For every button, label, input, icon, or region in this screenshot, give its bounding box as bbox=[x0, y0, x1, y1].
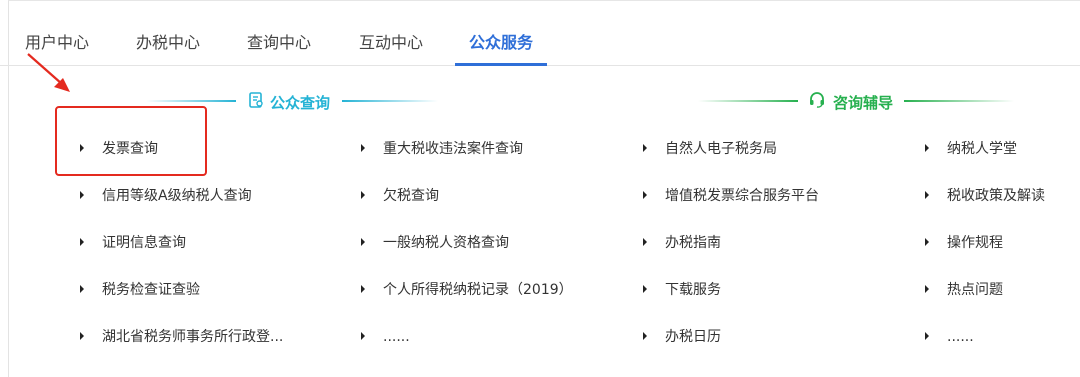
bullet-icon bbox=[925, 285, 929, 293]
bullet-icon bbox=[925, 238, 929, 246]
tab-tax-center[interactable]: 办税中心 bbox=[136, 34, 200, 66]
bullet-icon bbox=[643, 238, 647, 246]
bullet-icon bbox=[925, 191, 929, 199]
highlight-box bbox=[55, 106, 207, 176]
section-title-consulting: 咨询辅导 bbox=[833, 94, 894, 112]
bullet-icon bbox=[925, 332, 929, 340]
bullet-icon bbox=[80, 285, 84, 293]
bullet-icon bbox=[643, 191, 647, 199]
bullet-icon bbox=[643, 285, 647, 293]
bullet-icon bbox=[80, 332, 84, 340]
top-tab-bar: 用户中心 办税中心 查询中心 互动中心 公众服务 bbox=[0, 0, 1080, 66]
bullet-icon bbox=[361, 332, 365, 340]
tab-interaction-center[interactable]: 互动中心 bbox=[359, 34, 423, 66]
section-divider-left bbox=[146, 100, 236, 102]
section-title-public-query: 公众查询 bbox=[270, 94, 331, 112]
section-divider-right bbox=[904, 100, 1014, 102]
bullet-icon bbox=[361, 144, 365, 152]
bullet-icon bbox=[643, 144, 647, 152]
bullet-icon bbox=[643, 332, 647, 340]
document-search-icon bbox=[249, 92, 263, 108]
headset-icon bbox=[810, 92, 824, 108]
bullet-icon bbox=[80, 191, 84, 199]
active-tab-indicator bbox=[455, 63, 547, 66]
annotation-arrow-icon bbox=[27, 53, 70, 92]
bullet-icon bbox=[361, 191, 365, 199]
bullet-icon bbox=[925, 144, 929, 152]
bullet-icon bbox=[361, 285, 365, 293]
section-divider-right bbox=[342, 100, 438, 102]
section-divider-left bbox=[698, 100, 798, 102]
bullet-icon bbox=[361, 238, 365, 246]
tab-query-center[interactable]: 查询中心 bbox=[247, 34, 311, 66]
bullet-icon bbox=[80, 238, 84, 246]
tab-public-service[interactable]: 公众服务 bbox=[469, 34, 533, 66]
